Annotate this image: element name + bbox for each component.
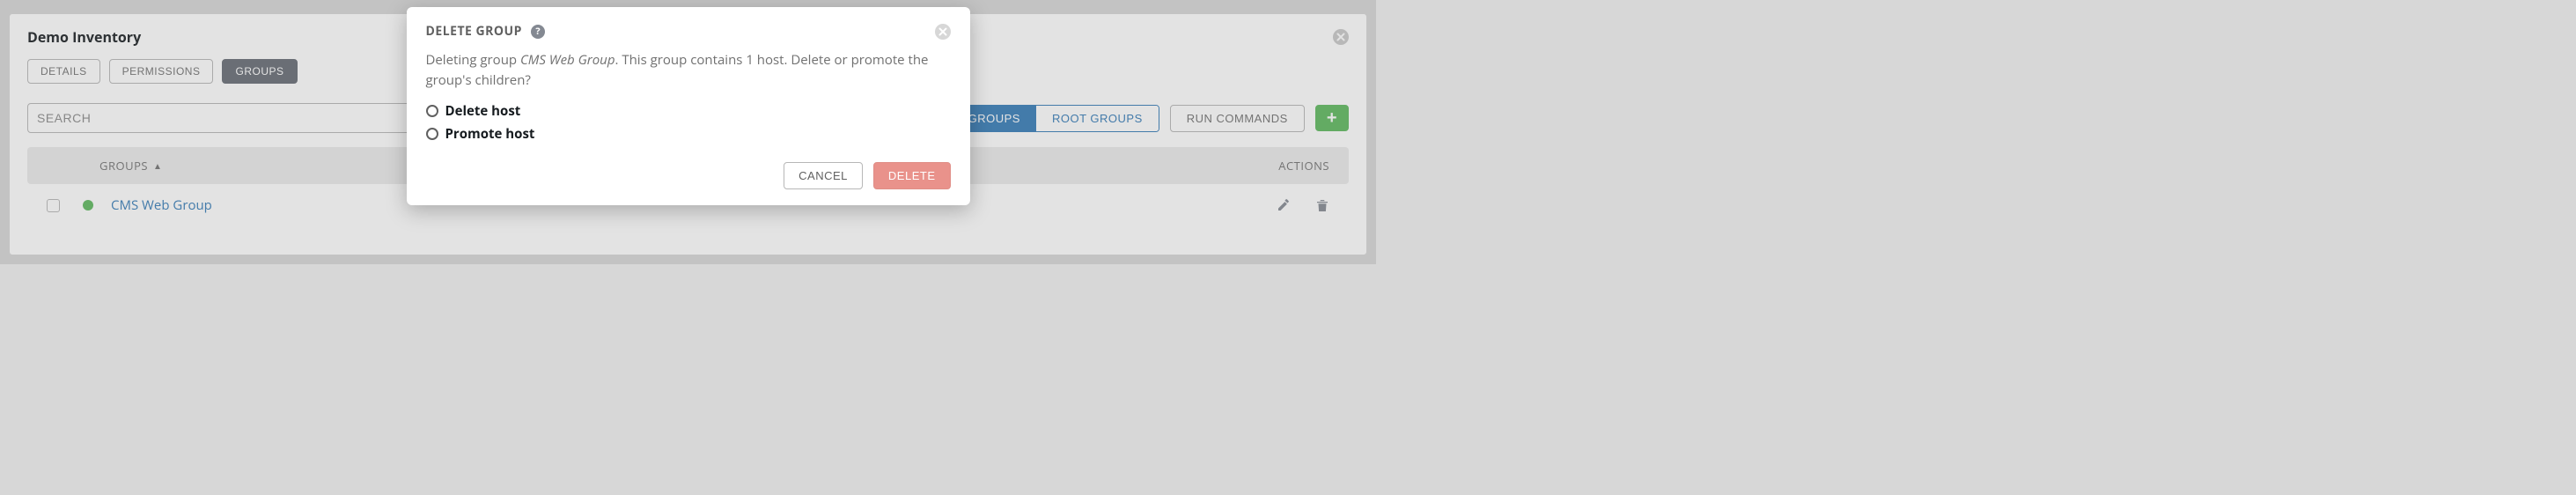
option-promote-host[interactable]: Promote host: [426, 125, 951, 143]
option-delete-host-label: Delete host: [445, 102, 521, 120]
modal-header: DELETE GROUP ?: [426, 23, 951, 40]
delete-button[interactable]: DELETE: [873, 162, 951, 189]
modal-body-text: Deleting group CMS Web Group. This group…: [426, 50, 951, 90]
option-promote-host-label: Promote host: [445, 125, 535, 143]
modal-title: DELETE GROUP: [426, 23, 522, 40]
modal-footer: CANCEL DELETE: [426, 162, 951, 189]
modal-body-part-a: Deleting group: [426, 51, 520, 69]
modal-body-group-name: CMS Web Group: [520, 51, 615, 69]
radio-icon: [426, 105, 438, 117]
modal-backdrop[interactable]: DELETE GROUP ? Deleting group CMS Web Gr…: [0, 0, 1376, 264]
close-icon[interactable]: [935, 24, 951, 40]
cancel-button[interactable]: CANCEL: [784, 162, 863, 189]
option-delete-host[interactable]: Delete host: [426, 102, 951, 120]
help-icon[interactable]: ?: [531, 25, 545, 39]
modal-options: Delete host Promote host: [426, 102, 951, 143]
radio-icon: [426, 128, 438, 140]
delete-group-modal: DELETE GROUP ? Deleting group CMS Web Gr…: [407, 7, 970, 205]
